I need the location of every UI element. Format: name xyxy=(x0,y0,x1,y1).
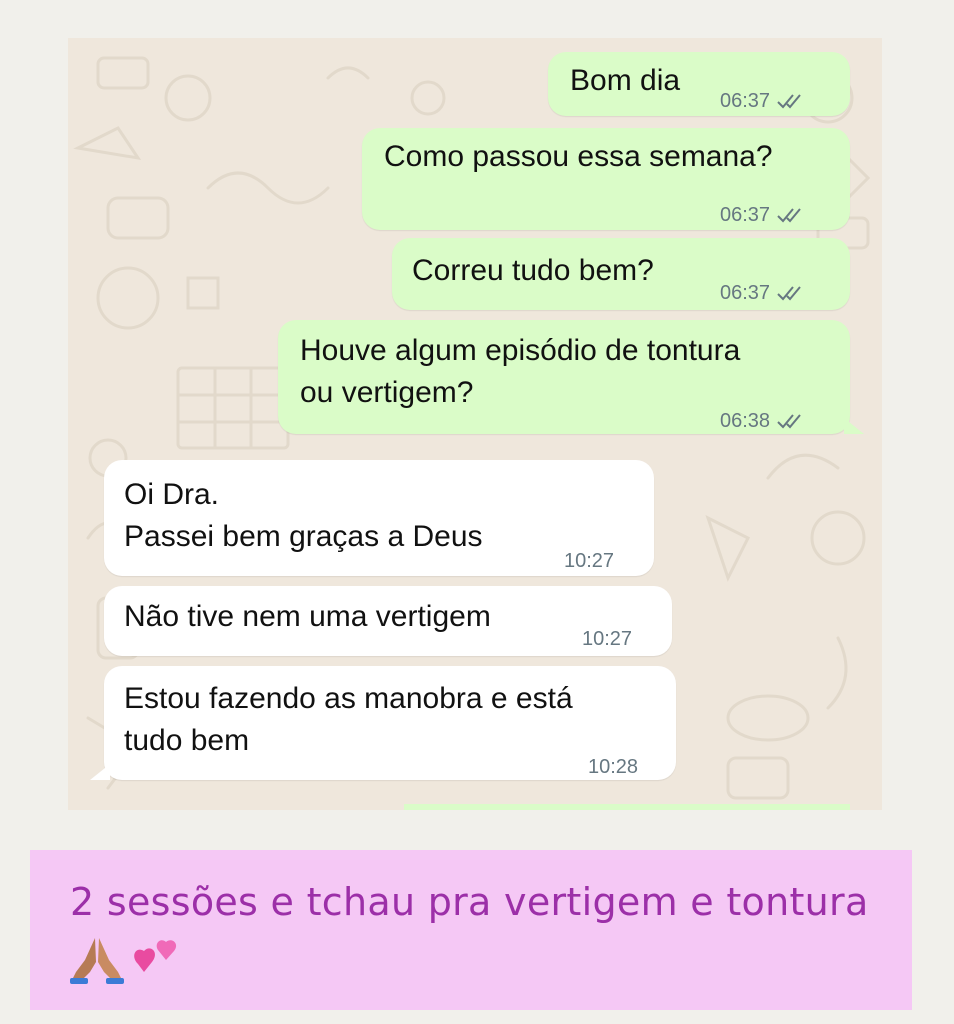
message-meta: 06:37 xyxy=(720,194,804,236)
double-check-icon xyxy=(777,414,801,429)
message-time: 06:37 xyxy=(720,204,771,226)
message-time: 06:38 xyxy=(720,410,771,432)
message-bubble-incoming[interactable]: Estou fazendo as manobra e está tudo bem… xyxy=(104,666,676,780)
message-text: Oi Dra. Passei bem graças a Deus xyxy=(124,478,483,553)
message-text: Houve algum episódio de tontura ou verti… xyxy=(300,334,741,409)
chat-area: Bom dia 06:37 Como passou essa semana? 0… xyxy=(68,38,882,810)
double-check-icon xyxy=(777,94,801,109)
bubble-tail xyxy=(90,764,110,780)
message-meta: 06:38 xyxy=(720,400,804,442)
caption-text: 2 sessões e tchau pra vertigem e tontura xyxy=(70,880,869,924)
message-meta: 06:37 xyxy=(720,272,804,314)
next-bubble-edge xyxy=(404,804,850,810)
double-check-icon xyxy=(777,286,801,301)
folded-hands-icon xyxy=(70,938,124,984)
message-text: Como passou essa semana? xyxy=(384,140,773,173)
message-text: Correu tudo bem? xyxy=(412,254,654,287)
message-text: Bom dia xyxy=(570,64,681,97)
message-bubble-outgoing[interactable]: Bom dia 06:37 xyxy=(548,52,850,116)
message-time: 10:27 xyxy=(582,628,633,650)
message-bubble-outgoing[interactable]: Como passou essa semana? 06:37 xyxy=(362,128,850,230)
bubble-tail xyxy=(844,418,864,434)
two-hearts-icon xyxy=(134,940,177,972)
message-meta: 10:28 xyxy=(588,746,638,788)
message-text: Não tive nem uma vertigem xyxy=(124,600,491,633)
message-time: 06:37 xyxy=(720,90,771,112)
message-meta: 10:27 xyxy=(582,618,632,660)
message-bubble-outgoing[interactable]: Houve algum episódio de tontura ou verti… xyxy=(278,320,850,434)
message-bubble-outgoing[interactable]: Correu tudo bem? 06:37 xyxy=(392,238,850,310)
message-time: 10:27 xyxy=(564,550,615,572)
caption-box: 2 sessões e tchau pra vertigem e tontura xyxy=(30,850,912,1010)
message-time: 06:37 xyxy=(720,282,771,304)
message-time: 10:28 xyxy=(588,756,639,778)
message-bubble-incoming[interactable]: Não tive nem uma vertigem 10:27 xyxy=(104,586,672,656)
message-meta: 10:27 xyxy=(564,540,614,582)
message-meta: 06:37 xyxy=(720,80,804,122)
message-text: Estou fazendo as manobra e está tudo bem xyxy=(124,682,573,757)
double-check-icon xyxy=(777,208,801,223)
message-bubble-incoming[interactable]: Oi Dra. Passei bem graças a Deus 10:27 xyxy=(104,460,654,576)
emoji-row xyxy=(68,934,180,984)
